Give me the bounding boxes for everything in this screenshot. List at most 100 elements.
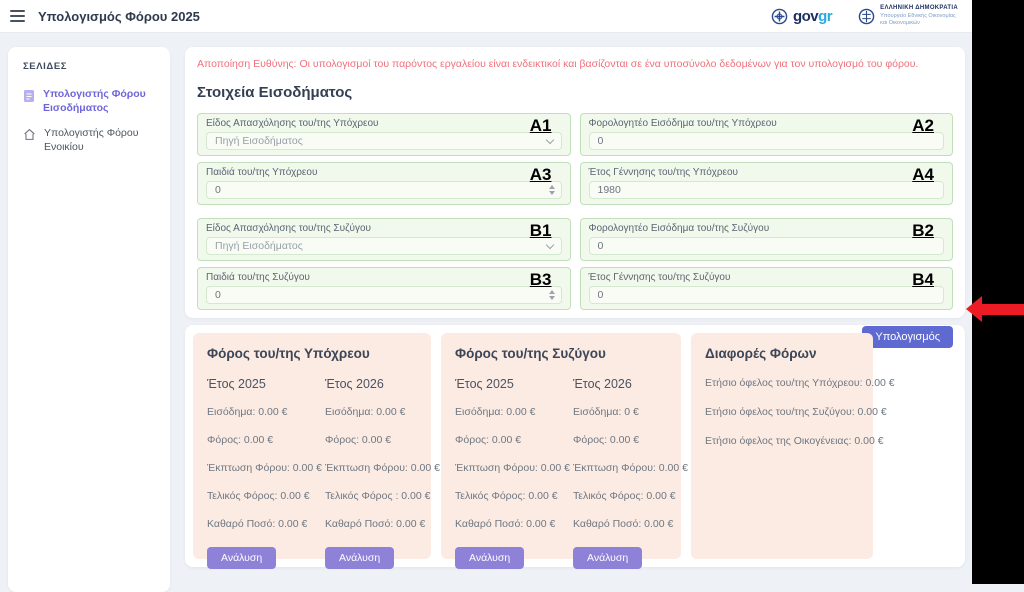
govgr-logo: govgr <box>771 8 832 25</box>
analysis-button[interactable]: Ανάλυση <box>207 547 276 569</box>
result-row: Ετήσιο όφελος της Οικογένειας: 0.00 € <box>705 435 859 447</box>
section-heading: Στοιχεία Εισοδήματος <box>197 84 953 101</box>
field-birth-year-spouse: Έτος Γέννησης του/της Συζύγου B4 <box>580 267 954 310</box>
panel-title: Φόρος του/της Υπόχρεου <box>207 346 417 361</box>
panel-title: Φόρος του/της Συζύγου <box>455 346 667 361</box>
annotation-tag-b4: B4 <box>912 270 934 290</box>
field-taxable-income-spouse: Φορολογητέο Εισόδημα του/της Συζύγου B2 <box>580 218 954 261</box>
ministry-subtitle-1: Υπουργείο Εθνικής Οικονομίας <box>880 13 958 20</box>
field-employment-type-spouse: Είδος Απασχόλησης του/της Συζύγου Πηγή Ε… <box>197 218 571 261</box>
chevron-down-icon <box>545 241 553 249</box>
result-row: Τελικός Φόρος : 0.00 € <box>325 490 427 502</box>
sidebar: ΣΕΛΙΔΕΣ Υπολογιστής Φόρου Εισοδήματος Υπ… <box>8 47 170 592</box>
ministry-logo: ΕΛΛΗΝΙΚΗ ΔΗΜΟΚΡΑΤΙΑ Υπουργείο Εθνικής Οι… <box>858 5 958 26</box>
results-card: Φόρος του/της Υπόχρεου Έτος 2025 Εισόδημ… <box>185 325 965 567</box>
year-column-2025: Έτος 2025 Εισόδημα: 0.00 € Φόρος: 0.00 €… <box>207 377 309 569</box>
employment-type-spouse-select[interactable]: Πηγή Εισοδήματος <box>206 237 562 255</box>
top-header: Υπολογισμός Φόρου 2025 govgr ΕΛΛΗΝΙΚΗ ΔΗ… <box>0 0 972 33</box>
employment-type-obligor-select[interactable]: Πηγή Εισοδήματος <box>206 132 562 150</box>
annotation-tag-a1: A1 <box>530 116 552 136</box>
result-row: Εισόδημα: 0.00 € <box>325 406 427 418</box>
sidebar-item-income-tax-calculator[interactable]: Υπολογιστής Φόρου Εισοδήματος <box>8 82 170 121</box>
spouse-fields: Είδος Απασχόλησης του/της Συζύγου Πηγή Ε… <box>197 218 953 310</box>
field-label: Έτος Γέννησης του/της Υπόχρεου <box>589 167 945 178</box>
sidebar-heading: ΣΕΛΙΔΕΣ <box>8 61 170 82</box>
field-label: Έτος Γέννησης του/της Συζύγου <box>589 272 945 283</box>
annotation-tag-a3: A3 <box>530 165 552 185</box>
obligor-tax-panel: Φόρος του/της Υπόχρεου Έτος 2025 Εισόδημ… <box>193 333 431 559</box>
header-logos: govgr ΕΛΛΗΝΙΚΗ ΔΗΜΟΚΡΑΤΙΑ Υπουργείο Εθνι… <box>771 5 962 26</box>
field-label: Παιδιά του/της Υπόχρεου <box>206 167 562 178</box>
number-stepper-icon[interactable] <box>549 185 555 195</box>
result-row: Έκπτωση Φόρου: 0.00 € <box>573 462 675 474</box>
field-label: Είδος Απασχόλησης του/της Συζύγου <box>206 223 562 234</box>
select-value: Πηγή Εισοδήματος <box>215 240 303 252</box>
annotation-tag-a2: A2 <box>912 116 934 136</box>
annotation-tag-b1: B1 <box>530 221 552 241</box>
result-row: Φόρος: 0.00 € <box>455 434 557 446</box>
greek-republic-emblem-icon <box>858 8 875 25</box>
result-row: Τελικός Φόρος: 0.00 € <box>455 490 557 502</box>
result-row: Τελικός Φόρος: 0.00 € <box>573 490 675 502</box>
result-row: Καθαρό Ποσό: 0.00 € <box>455 518 557 530</box>
birth-year-spouse-input[interactable] <box>598 289 924 301</box>
select-value: Πηγή Εισοδήματος <box>215 135 303 147</box>
field-label: Φορολογητέο Εισόδημα του/της Υπόχρεου <box>589 118 945 129</box>
result-row: Εισόδημα: 0.00 € <box>207 406 309 418</box>
home-icon <box>23 128 36 141</box>
sidebar-item-label: Υπολογιστής Φόρου Εισοδήματος <box>43 88 160 115</box>
year-column-2026: Έτος 2026 Εισόδημα: 0.00 € Φόρος: 0.00 €… <box>325 377 427 569</box>
govgr-emblem-icon <box>771 8 788 25</box>
year-heading: Έτος 2026 <box>325 377 427 391</box>
document-icon <box>23 89 35 103</box>
tax-differences-panel: Διαφορές Φόρων Ετήσιο όφελος του/της Υπό… <box>691 333 873 559</box>
govgr-text-gr: gr <box>818 8 832 25</box>
spouse-tax-panel: Φόρος του/της Συζύγου Έτος 2025 Εισόδημα… <box>441 333 681 559</box>
income-form-card: Αποποίηση Ευθύνης: Οι υπολογισμοί του πα… <box>185 47 965 318</box>
result-row: Εισόδημα: 0 € <box>573 406 675 418</box>
number-stepper-icon[interactable] <box>549 290 555 300</box>
taxable-income-obligor-input[interactable] <box>598 135 924 147</box>
arrow-head-icon <box>966 296 982 322</box>
govgr-text-gov: gov <box>793 8 818 25</box>
page-title: Υπολογισμός Φόρου 2025 <box>38 9 200 24</box>
result-row: Έκπτωση Φόρου: 0.00 € <box>455 462 557 474</box>
field-taxable-income-obligor: Φορολογητέο Εισόδημα του/της Υπόχρεου A2 <box>580 113 954 156</box>
children-spouse-input[interactable] <box>215 289 541 301</box>
analysis-button[interactable]: Ανάλυση <box>325 547 394 569</box>
annotation-tag-b3: B3 <box>530 270 552 290</box>
result-row: Φόρος: 0.00 € <box>573 434 675 446</box>
annotation-tag-a4: A4 <box>912 165 934 185</box>
screenshot-black-bar <box>972 0 1024 584</box>
year-heading: Έτος 2026 <box>573 377 675 391</box>
taxable-income-spouse-input[interactable] <box>598 240 924 252</box>
sidebar-item-rent-tax-calculator[interactable]: Υπολογιστής Φόρου Ενοικίου <box>8 121 170 160</box>
field-children-spouse: Παιδιά του/της Συζύγου B3 <box>197 267 571 310</box>
field-label: Φορολογητέο Εισόδημα του/της Συζύγου <box>589 223 945 234</box>
birth-year-obligor-input[interactable] <box>598 184 924 196</box>
year-heading: Έτος 2025 <box>207 377 309 391</box>
result-row: Ετήσιο όφελος του/της Υπόχρεου: 0.00 € <box>705 377 859 389</box>
ministry-subtitle-2: και Οικονομικών <box>880 20 958 27</box>
result-row: Καθαρό Ποσό: 0.00 € <box>325 518 427 530</box>
children-obligor-input[interactable] <box>215 184 541 196</box>
analysis-button[interactable]: Ανάλυση <box>455 547 524 569</box>
calculate-button[interactable]: Υπολογισμός <box>862 326 953 348</box>
result-row: Καθαρό Ποσό: 0.00 € <box>573 518 675 530</box>
field-children-obligor: Παιδιά του/της Υπόχρεου A3 <box>197 162 571 205</box>
sidebar-item-label: Υπολογιστής Φόρου Ενοικίου <box>44 127 160 154</box>
year-column-2025: Έτος 2025 Εισόδημα: 0.00 € Φόρος: 0.00 €… <box>455 377 557 569</box>
result-row: Ετήσιο όφελος του/της Συζύγου: 0.00 € <box>705 406 859 418</box>
result-row: Καθαρό Ποσό: 0.00 € <box>207 518 309 530</box>
result-row: Έκπτωση Φόρου: 0.00 € <box>325 462 427 474</box>
field-label: Παιδιά του/της Συζύγου <box>206 272 562 283</box>
year-column-2026: Έτος 2026 Εισόδημα: 0 € Φόρος: 0.00 € Έκ… <box>573 377 675 569</box>
arrow-shaft <box>982 304 1024 315</box>
obligor-fields: Είδος Απασχόλησης του/της Υπόχρεου Πηγή … <box>197 113 953 205</box>
main-content: Αποποίηση Ευθύνης: Οι υπολογισμοί του πα… <box>185 47 965 567</box>
panel-title: Διαφορές Φόρων <box>705 346 859 361</box>
analysis-button[interactable]: Ανάλυση <box>573 547 642 569</box>
red-arrow-annotation <box>966 296 1024 322</box>
menu-icon[interactable] <box>10 10 25 22</box>
result-row: Έκπτωση Φόρου: 0.00 € <box>207 462 309 474</box>
